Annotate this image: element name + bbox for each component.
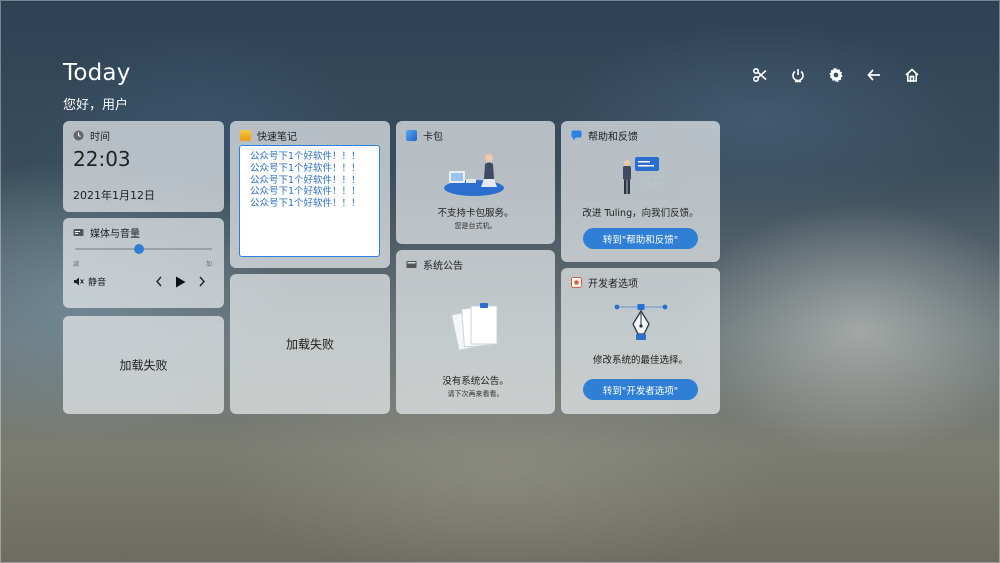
announcement-icon xyxy=(406,261,417,268)
notes-card: 快速笔记 公众号下1个好软件！！！ 公众号下1个好软件！！！ 公众号下1个好软件… xyxy=(230,121,390,268)
speaker-muted-icon xyxy=(74,277,84,286)
announcement-submessage: 请下次再来看看。 xyxy=(447,390,504,398)
clock-icon xyxy=(73,130,84,141)
volume-max-label: 加 xyxy=(205,261,212,268)
screenshot-button[interactable] xyxy=(748,62,772,88)
desktop-user-illustration xyxy=(443,154,504,196)
volume-min-label: 减 xyxy=(73,261,80,268)
goto-help-button[interactable]: 转到"帮助和反馈" xyxy=(583,228,698,249)
clock-date: 2021年1月12日 xyxy=(73,189,155,202)
developer-icon xyxy=(571,277,582,288)
media-card-title: 媒体与音量 xyxy=(90,229,140,240)
wallet-card: 卡包 不支持卡包服务。 您是台式机。 xyxy=(396,121,555,244)
help-card: 帮助和反馈 改进 Tuling，向我们反馈。 转到"帮助和反馈" xyxy=(561,121,720,262)
note-line: 公众号下1个好软件！！！ xyxy=(250,186,361,198)
widget-load-failed-middle: 加载失败 xyxy=(230,274,390,414)
note-line: 公众号下1个好软件！！！ xyxy=(250,151,361,162)
home-icon xyxy=(905,68,919,82)
time-card-header: 时间 xyxy=(73,128,110,143)
wallet-submessage: 您是台式机。 xyxy=(454,222,497,230)
widget-load-failed-left: 加载失败 xyxy=(63,316,224,414)
volume-slider-thumb[interactable] xyxy=(134,244,145,254)
load-failed-text: 加载失败 xyxy=(119,358,168,373)
greeting-text: 您好，用户 xyxy=(63,98,129,113)
wallet-card-header: 卡包 xyxy=(406,128,443,143)
developer-card: 开发者选项 修改系统的最佳选择。 转到"开发者选项" xyxy=(561,268,720,414)
previous-button[interactable] xyxy=(155,276,163,287)
note-line: 公众号下1个好软件！！！ xyxy=(250,198,361,210)
settings-button[interactable] xyxy=(824,62,848,88)
goto-developer-button[interactable]: 转到"开发者选项" xyxy=(583,379,698,400)
mute-button[interactable]: 静音 xyxy=(73,275,106,288)
wallet-card-title: 卡包 xyxy=(423,132,443,143)
note-line: 公众号下1个好软件！！！ xyxy=(250,174,361,186)
toolbar xyxy=(748,62,924,88)
media-icon xyxy=(73,229,84,236)
wallet-message: 不支持卡包服务。 xyxy=(437,208,514,219)
next-button[interactable] xyxy=(198,276,206,287)
mute-label: 静音 xyxy=(88,278,107,288)
scissors-icon xyxy=(752,67,767,83)
page-title: Today xyxy=(63,60,131,86)
play-icon xyxy=(176,276,186,287)
developer-message: 修改系统的最佳选择。 xyxy=(592,355,688,366)
clock-time: 22:03 xyxy=(73,147,131,171)
developer-card-title: 开发者选项 xyxy=(588,279,638,290)
chevron-right-icon xyxy=(199,276,205,287)
volume-slider[interactable] xyxy=(75,244,212,254)
note-line: 公众号下1个好软件！！！ xyxy=(250,162,361,174)
help-card-header: 帮助和反馈 xyxy=(571,128,638,143)
feedback-icon xyxy=(571,130,582,141)
announcement-message: 没有系统公告。 xyxy=(442,376,509,387)
back-button[interactable] xyxy=(862,62,886,88)
developer-illustration xyxy=(561,302,720,346)
gear-icon xyxy=(829,67,843,83)
media-card: 媒体与音量 减 加 静音 xyxy=(63,218,224,308)
announcement-illustration xyxy=(396,300,555,358)
chevron-left-icon xyxy=(156,276,162,287)
media-card-header: 媒体与音量 xyxy=(73,225,140,240)
help-card-title: 帮助和反馈 xyxy=(588,132,638,143)
power-button[interactable] xyxy=(786,62,810,88)
feedback-board-illustration xyxy=(622,157,663,194)
announcement-card-header: 系统公告 xyxy=(406,257,463,272)
note-icon xyxy=(240,130,251,141)
help-illustration xyxy=(561,155,720,197)
developer-card-header: 开发者选项 xyxy=(571,275,638,290)
announcement-card: 系统公告 没有系统公告。 请下次再来看看。 xyxy=(396,250,555,414)
wallet-icon xyxy=(406,130,417,141)
documents-illustration xyxy=(450,303,497,351)
notes-card-title: 快速笔记 xyxy=(257,132,297,143)
help-message: 改进 Tuling，向我们反馈。 xyxy=(582,208,699,219)
wallet-illustration xyxy=(396,151,555,199)
time-card-title: 时间 xyxy=(90,132,110,143)
announcement-card-title: 系统公告 xyxy=(423,261,463,272)
load-failed-text: 加载失败 xyxy=(285,337,334,352)
arrow-left-icon xyxy=(867,69,880,81)
media-controls: 静音 xyxy=(73,275,214,288)
home-button[interactable] xyxy=(900,62,924,88)
notes-card-header: 快速笔记 xyxy=(240,128,297,143)
note-editor[interactable]: 公众号下1个好软件！！！ 公众号下1个好软件！！！ 公众号下1个好软件！！！ 公… xyxy=(239,145,380,257)
play-button[interactable] xyxy=(175,276,186,288)
time-card[interactable]: 时间 22:03 2021年1月12日 xyxy=(63,121,224,212)
playback-controls xyxy=(155,276,206,288)
power-icon xyxy=(792,69,804,83)
pen-tool-illustration xyxy=(614,304,667,340)
